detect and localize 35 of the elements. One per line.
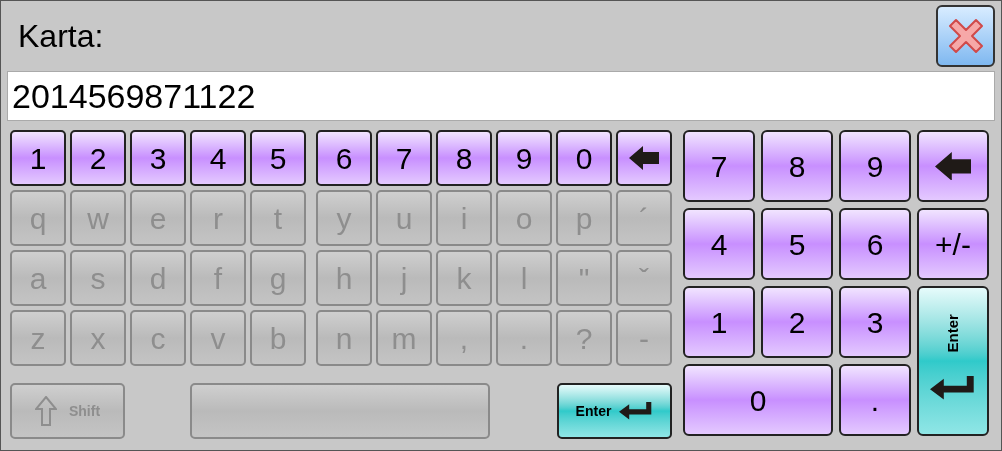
numpad-key[interactable]: 8 — [761, 130, 833, 202]
card-number-field[interactable]: 2014569871122 — [7, 71, 995, 121]
numpad-key[interactable]: 6 — [839, 208, 911, 280]
return-arrow-icon — [930, 376, 976, 401]
backspace-arrow-icon — [629, 146, 659, 170]
close-icon — [946, 17, 985, 55]
keyboard-key[interactable]: 6 — [316, 130, 372, 186]
keyboard-key[interactable]: 8 — [436, 130, 492, 186]
enter-key[interactable]: Enter — [557, 383, 672, 439]
enter-key[interactable]: Enter — [917, 286, 989, 436]
keyboard-key[interactable]: 1 — [10, 130, 66, 186]
backspace-key[interactable] — [917, 130, 989, 202]
backspace-arrow-icon — [935, 151, 971, 181]
numpad-key[interactable]: . — [839, 364, 911, 436]
return-arrow-icon — [619, 402, 654, 420]
keyboard-key[interactable]: 2 — [70, 130, 126, 186]
keyboard-key[interactable]: 9 — [496, 130, 552, 186]
numpad-key[interactable]: 7 — [683, 130, 755, 202]
numpad-key[interactable]: 0 — [683, 364, 833, 436]
keyboard-key[interactable]: 0 — [556, 130, 612, 186]
close-button[interactable] — [936, 5, 995, 67]
keyboard-key[interactable]: 5 — [250, 130, 306, 186]
dialog-title: Karta: — [18, 17, 104, 56]
keyboard-key[interactable]: 3 — [130, 130, 186, 186]
shift-arrow-icon — [34, 396, 57, 426]
numpad-key[interactable]: 2 — [761, 286, 833, 358]
numpad-key[interactable]: 4 — [683, 208, 755, 280]
numpad-key[interactable]: +/- — [917, 208, 989, 280]
numpad-key[interactable]: 5 — [761, 208, 833, 280]
numpad-key[interactable]: 9 — [839, 130, 911, 202]
numpad-key[interactable]: 1 — [683, 286, 755, 358]
keyboard-key[interactable]: 4 — [190, 130, 246, 186]
numpad-key[interactable]: 3 — [839, 286, 911, 358]
backspace-key[interactable] — [616, 130, 672, 186]
keyboard-key[interactable]: 7 — [376, 130, 432, 186]
